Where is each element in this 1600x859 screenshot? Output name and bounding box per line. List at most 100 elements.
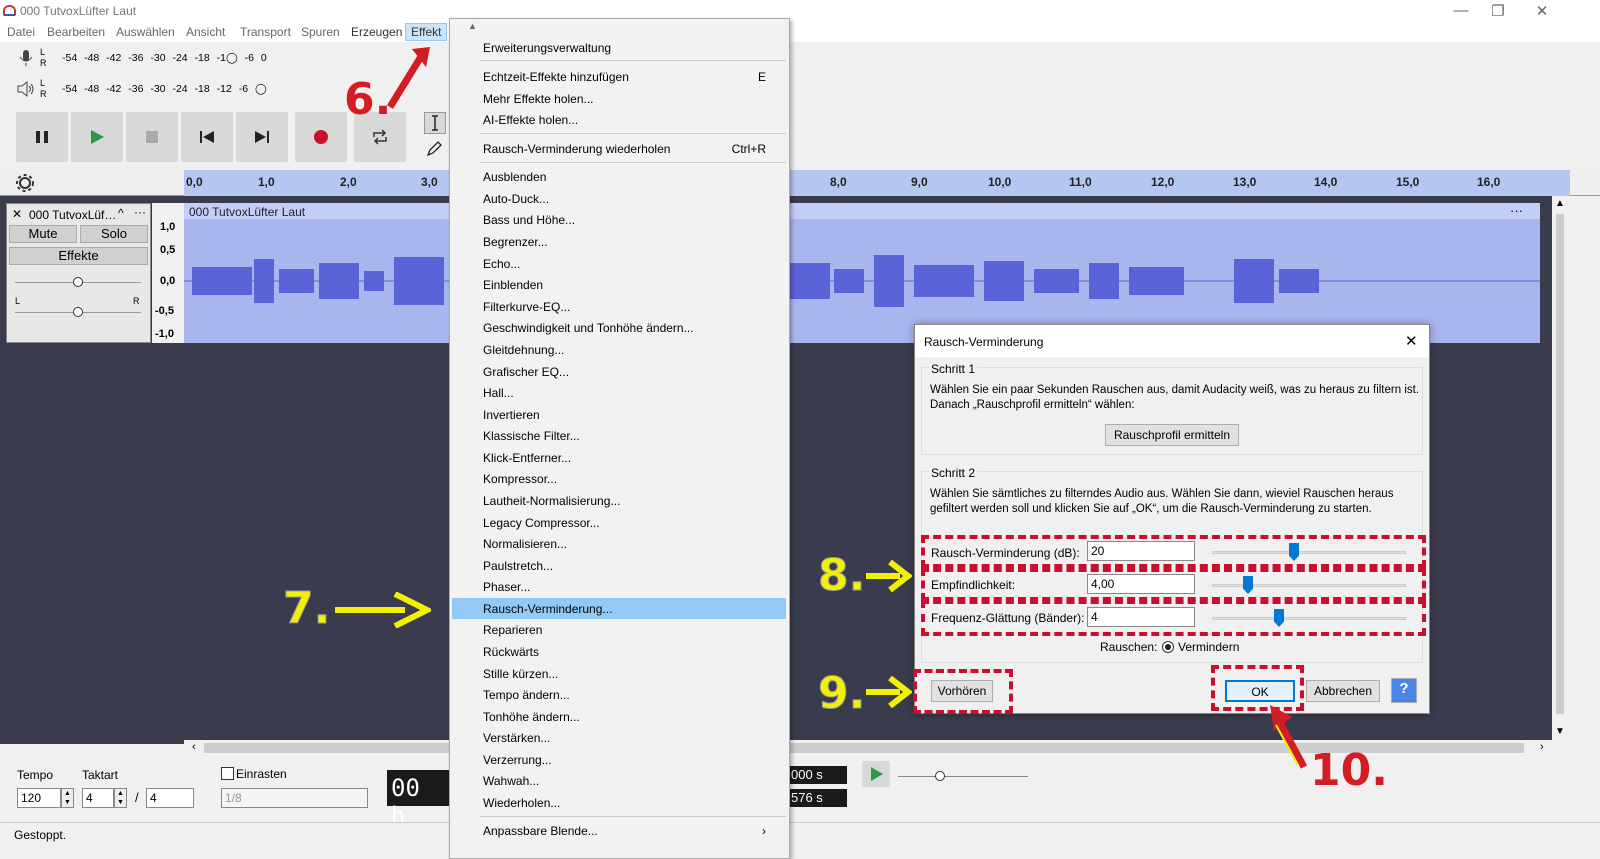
- scroll-down-icon[interactable]: ▼: [1555, 726, 1565, 737]
- pan-slider-thumb[interactable]: [73, 307, 83, 317]
- menu-item[interactable]: Invertieren: [452, 404, 786, 425]
- menu-item[interactable]: Phaser...: [452, 576, 786, 597]
- close-track-icon[interactable]: ✕: [12, 207, 22, 221]
- menu-item[interactable]: Lautheit-Normalisierung...: [452, 490, 786, 511]
- clip-header[interactable]: [184, 203, 1540, 219]
- solo-button[interactable]: Solo: [80, 225, 148, 243]
- menu-transport[interactable]: Transport: [240, 25, 291, 39]
- menu-item[interactable]: Klassische Filter...: [452, 425, 786, 446]
- menu-item[interactable]: Auto-Duck...: [452, 188, 786, 209]
- waveform-clip[interactable]: 000 TutvoxLüfter Laut ···: [184, 203, 1540, 343]
- scale-label: 1,0: [160, 221, 176, 233]
- taktart-spinner[interactable]: ▲ ▼: [114, 788, 127, 808]
- skip-end-button[interactable]: [236, 112, 288, 162]
- close-window-button[interactable]: ✕: [1522, 2, 1562, 20]
- vertical-scroll-thumb[interactable]: [1556, 214, 1564, 714]
- play-speed-slider[interactable]: [898, 776, 1028, 777]
- menu-item[interactable]: Reparieren: [452, 619, 786, 640]
- track-menu-icon[interactable]: ···: [134, 205, 146, 219]
- menu-scroll-up-icon[interactable]: ▲: [468, 21, 477, 31]
- play-speed-thumb[interactable]: [935, 771, 945, 781]
- menu-item[interactable]: Tempo ändern...: [452, 684, 786, 705]
- menu-item[interactable]: Tonhöhe ändern...: [452, 706, 786, 727]
- menu-item[interactable]: AI-Effekte holen...: [452, 109, 786, 130]
- taktart-denominator[interactable]: 4: [146, 788, 194, 808]
- draw-tool-button[interactable]: [424, 139, 446, 161]
- menu-item[interactable]: Erweiterungsverwaltung: [452, 37, 786, 58]
- annotation-step-6: 6.: [344, 74, 392, 125]
- maximize-button[interactable]: ❐: [1478, 2, 1518, 20]
- clip-menu-icon[interactable]: ···: [1510, 203, 1523, 218]
- tempo-spinner[interactable]: ▲ ▼: [61, 788, 74, 808]
- snap-label: Einrasten: [236, 767, 287, 781]
- cancel-button[interactable]: Abbrechen: [1306, 680, 1380, 702]
- scroll-left-icon[interactable]: ‹: [192, 741, 196, 753]
- menu-ansicht[interactable]: Ansicht: [186, 25, 225, 39]
- menu-item[interactable]: Ausblenden: [452, 166, 786, 187]
- collapse-icon[interactable]: ^: [118, 206, 124, 220]
- reduce-radio[interactable]: [1162, 641, 1174, 653]
- menu-item[interactable]: Verzerrung...: [452, 749, 786, 770]
- menu-item[interactable]: Gleitdehnung...: [452, 339, 786, 360]
- track-name[interactable]: 000 TutvoxLüf…: [29, 208, 116, 222]
- menu-item[interactable]: Geschwindigkeit und Tonhöhe ändern...: [452, 317, 786, 338]
- menu-item[interactable]: Wiederholen...: [452, 792, 786, 813]
- menu-item[interactable]: Einblenden: [452, 274, 786, 295]
- menu-item[interactable]: Legacy Compressor...: [452, 512, 786, 533]
- menu-item-submenu[interactable]: Anpassbare Blende... ›: [452, 820, 786, 841]
- menu-item[interactable]: Verstärken...: [452, 727, 786, 748]
- time-display[interactable]: 00 h: [387, 770, 449, 830]
- menu-item[interactable]: Bass und Höhe...: [452, 209, 786, 230]
- menu-item-noise-reduction[interactable]: Rausch-Verminderung...: [452, 598, 786, 619]
- menu-item[interactable]: Filterkurve-EQ...: [452, 296, 786, 317]
- menu-item[interactable]: Stille kürzen...: [452, 663, 786, 684]
- stop-button[interactable]: [126, 112, 178, 162]
- menu-item[interactable]: Kompressor...: [452, 468, 786, 489]
- vertical-scrollbar[interactable]: ▲ ▼: [1552, 196, 1568, 744]
- play-at-speed-button[interactable]: [862, 761, 890, 787]
- scroll-right-icon[interactable]: ›: [1540, 741, 1544, 753]
- snap-checkbox[interactable]: [221, 767, 234, 780]
- help-button[interactable]: ?: [1391, 678, 1417, 703]
- menu-item-repeat-noise-reduction[interactable]: Rausch-Verminderung wiederholen Ctrl+R: [452, 138, 786, 159]
- skip-start-button[interactable]: [181, 112, 233, 162]
- menu-item[interactable]: Echtzeit-Effekte hinzufügen E: [452, 66, 786, 87]
- pause-button[interactable]: [16, 112, 68, 162]
- menu-item[interactable]: Wahwah...: [452, 770, 786, 791]
- menu-datei[interactable]: Datei: [7, 25, 35, 39]
- selection-start-display[interactable]: 000 s: [789, 766, 847, 784]
- dialog-close-icon[interactable]: ✕: [1405, 332, 1418, 350]
- menu-item[interactable]: Hall...: [452, 382, 786, 403]
- scroll-up-icon[interactable]: ▲: [1555, 198, 1565, 209]
- menu-spuren[interactable]: Spuren: [301, 25, 340, 39]
- annotation-arrow-8: [866, 560, 912, 592]
- menu-item[interactable]: Rückwärts: [452, 641, 786, 662]
- menu-bearbeiten[interactable]: Bearbeiten: [47, 25, 105, 39]
- tempo-input[interactable]: 120: [17, 788, 61, 808]
- record-meter[interactable]: LR -54 -48 -42 -36 -30 -24 -18 -1◯ -6 0: [0, 45, 290, 71]
- selection-end-display[interactable]: 576 s: [789, 789, 847, 807]
- playback-meter[interactable]: LR -54 -48 -42 -36 -30 -24 -18 -12 -6 ◯: [0, 76, 290, 102]
- menu-item[interactable]: Mehr Effekte holen...: [452, 88, 786, 109]
- record-button[interactable]: [295, 112, 347, 162]
- gain-slider-thumb[interactable]: [73, 277, 83, 287]
- menu-item[interactable]: Begrenzer...: [452, 231, 786, 252]
- menu-item[interactable]: Normalisieren...: [452, 533, 786, 554]
- get-noise-profile-button[interactable]: Rauschprofil ermitteln: [1105, 424, 1239, 446]
- mute-button[interactable]: Mute: [9, 225, 77, 243]
- menu-auswaehlen[interactable]: Auswählen: [116, 25, 175, 39]
- menu-item[interactable]: Grafischer EQ...: [452, 361, 786, 382]
- menu-item[interactable]: Echo...: [452, 253, 786, 274]
- snap-select[interactable]: 1/8: [221, 788, 368, 808]
- menu-erzeugen[interactable]: Erzeugen: [351, 25, 402, 39]
- play-button[interactable]: [71, 112, 123, 162]
- effects-button[interactable]: Effekte: [9, 247, 148, 265]
- taktart-numerator[interactable]: 4: [82, 788, 114, 808]
- menu-item[interactable]: Paulstretch...: [452, 555, 786, 576]
- menu-effekt[interactable]: Effekt: [405, 23, 448, 41]
- select-tool-button[interactable]: [424, 112, 446, 134]
- time-ruler[interactable]: 0,0 1,0 2,0 3,0 8,0 9,0 10,0 11,0 12,0 1…: [184, 170, 1570, 196]
- minimize-button[interactable]: —: [1441, 2, 1481, 19]
- menu-item[interactable]: Klick-Entferner...: [452, 447, 786, 468]
- gear-icon[interactable]: [15, 173, 35, 193]
